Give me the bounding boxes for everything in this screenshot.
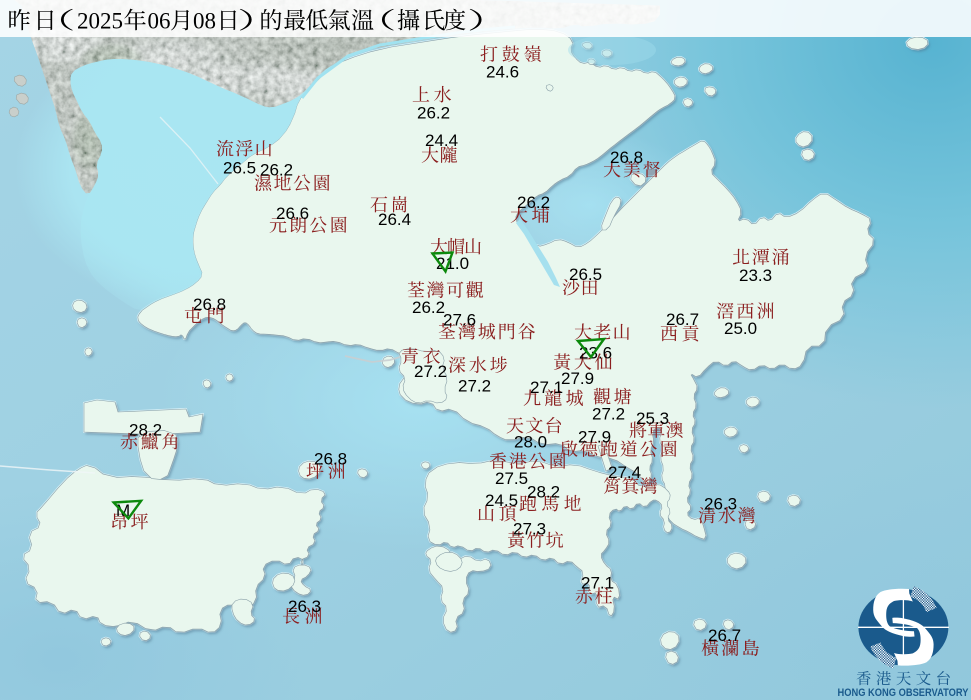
svg-text:26.5: 26.5 — [223, 159, 256, 178]
svg-text:25.3: 25.3 — [636, 409, 669, 428]
svg-text:26.6: 26.6 — [276, 204, 309, 223]
svg-text:26.5: 26.5 — [569, 265, 602, 284]
svg-text:26.2: 26.2 — [417, 104, 450, 123]
svg-text:2025: 2025 — [77, 9, 123, 34]
svg-text:27.2: 27.2 — [414, 362, 447, 381]
svg-text:HONG KONG OBSERVATORY: HONG KONG OBSERVATORY — [838, 687, 970, 699]
svg-text:24.4: 24.4 — [425, 131, 458, 150]
svg-text:28.2: 28.2 — [527, 483, 560, 502]
svg-text:26.7: 26.7 — [666, 310, 699, 329]
svg-text:27.5: 27.5 — [495, 469, 528, 488]
svg-text:08: 08 — [193, 9, 216, 34]
svg-text:27.2: 27.2 — [592, 405, 625, 424]
svg-text:23.3: 23.3 — [739, 266, 772, 285]
svg-text:27.3: 27.3 — [513, 520, 546, 539]
svg-text:27.1: 27.1 — [581, 574, 614, 593]
svg-text:27.1: 27.1 — [530, 378, 563, 397]
svg-text:27.9: 27.9 — [561, 369, 594, 388]
svg-text:28.2: 28.2 — [129, 421, 162, 440]
svg-text:26.3: 26.3 — [704, 495, 737, 514]
svg-text:26.8: 26.8 — [193, 295, 226, 314]
svg-text:27.9: 27.9 — [578, 428, 611, 447]
svg-text:27.4: 27.4 — [608, 463, 641, 482]
svg-text:24.6: 24.6 — [486, 62, 519, 81]
svg-text:28.0: 28.0 — [514, 433, 547, 452]
svg-text:25.0: 25.0 — [724, 319, 757, 338]
svg-text:26.7: 26.7 — [708, 626, 741, 645]
svg-text:06: 06 — [148, 9, 171, 34]
svg-text:27.2: 27.2 — [458, 377, 491, 396]
svg-text:24.5: 24.5 — [485, 491, 518, 510]
svg-text:26.8: 26.8 — [610, 148, 643, 167]
svg-text:26.8: 26.8 — [314, 450, 347, 469]
svg-text:26.4: 26.4 — [378, 210, 411, 229]
svg-text:27.6: 27.6 — [443, 311, 476, 330]
svg-text:23.6: 23.6 — [579, 344, 612, 363]
svg-text:26.3: 26.3 — [288, 597, 321, 616]
svg-text:26.2: 26.2 — [260, 161, 293, 180]
svg-text:26.2: 26.2 — [517, 193, 550, 212]
svg-text:26.2: 26.2 — [412, 298, 445, 317]
